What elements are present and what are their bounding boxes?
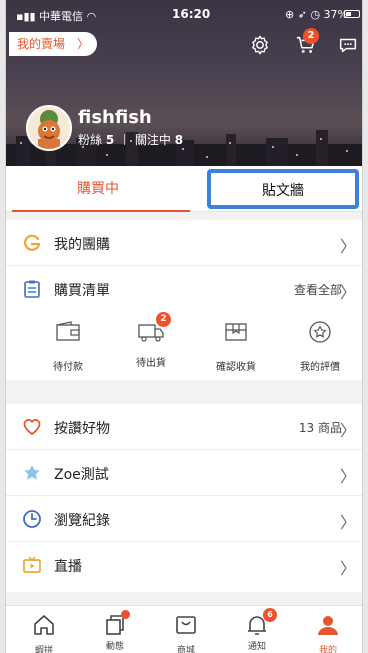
notifications-badge: 6 <box>263 608 277 622</box>
chevron-right-icon: 〉 <box>339 513 356 532</box>
location-icon: ➶ <box>297 8 307 21</box>
order-to-pay-label: 待付款 <box>53 362 83 373</box>
status-right: ⊕ ➶ ◷ 37% <box>285 8 348 21</box>
chevron-right-icon: 〉 <box>339 283 356 302</box>
browsing-history-label: 瀏覽紀錄 <box>54 513 110 529</box>
bell-icon-wrap: 6 <box>245 608 277 637</box>
chat-icon[interactable] <box>337 34 359 56</box>
person-icon <box>318 616 338 635</box>
avatar[interactable] <box>26 105 72 151</box>
app-screen: ▪▮▮ 中華電信 ◠ 16:20 ⊕ ➶ ◷ 37% 我的賣場 〉 2 fish… <box>5 0 363 653</box>
wifi-icon: ◠ <box>86 10 97 23</box>
mall-icon <box>176 616 196 634</box>
view-all-link[interactable]: 查看全部 <box>294 281 342 298</box>
gear-icon[interactable] <box>249 34 271 56</box>
signal-icon: ▪▮▮ <box>16 10 36 23</box>
to-ship-badge: 2 <box>156 312 171 327</box>
order-status-bar: 待付款 2 待出貨 確認收貨 我的評價 <box>6 312 362 378</box>
feed-icon-wrap <box>103 610 130 637</box>
clock-icon <box>23 510 41 528</box>
chevron-right-icon: 〉 <box>339 467 356 486</box>
truck-icon-wrap: 2 <box>137 312 171 344</box>
stats-divider <box>124 134 126 145</box>
live-label: 直播 <box>54 559 82 575</box>
group-buy-label: 我的團購 <box>54 237 110 253</box>
nav-mall-label: 商城 <box>176 646 195 653</box>
zoe-test-label: Zoe測試 <box>54 467 109 483</box>
order-my-reviews-label: 我的評價 <box>300 362 340 373</box>
home-icon <box>34 615 54 635</box>
followers-label[interactable]: 粉絲 <box>78 133 102 147</box>
battery-icon <box>344 10 360 18</box>
heart-icon <box>23 419 41 435</box>
nav-feed[interactable]: 動態 <box>80 606 150 653</box>
purchase-list-row[interactable]: 購買清單 查看全部 〉 <box>6 266 362 312</box>
wallet-icon <box>56 321 80 341</box>
order-to-pay[interactable]: 待付款 <box>28 312 108 373</box>
tab-post-wall[interactable]: 貼文牆 <box>207 169 359 209</box>
avatar-image <box>28 107 70 149</box>
chevron-right-icon: 〉 <box>339 421 356 440</box>
order-to-ship-label: 待出貨 <box>136 358 166 369</box>
my-shop-button[interactable]: 我的賣場 〉 <box>9 32 97 56</box>
liked-items-row[interactable]: 按讚好物 13 商品 〉 <box>6 404 362 450</box>
chevron-right-icon: 〉 <box>76 37 89 51</box>
liked-items-label: 按讚好物 <box>54 421 110 437</box>
nav-feed-label: 動態 <box>105 642 124 652</box>
alarm-icon: ◷ <box>310 8 321 21</box>
followers-count[interactable]: 5 <box>106 133 114 147</box>
liked-items-count: 13 商品 <box>298 421 342 435</box>
nav-mall[interactable]: 商城 <box>151 606 221 653</box>
activity-section: 按讚好物 13 商品 〉 Zoe測試 〉 瀏覽紀錄 〉 直播 〉 <box>6 404 362 592</box>
my-shop-label: 我的賣場 <box>17 37 66 51</box>
clipboard-icon <box>24 280 40 298</box>
box-icon <box>225 323 247 341</box>
following-label[interactable]: 關注中 <box>135 133 171 147</box>
nav-notifications-label: 通知 <box>247 642 266 652</box>
cart-badge: 2 <box>303 28 319 44</box>
order-confirm-receipt-label: 確認收貨 <box>216 362 256 373</box>
order-confirm-receipt[interactable]: 確認收貨 <box>196 312 276 373</box>
chevron-right-icon: 〉 <box>339 559 356 578</box>
live-row[interactable]: 直播 〉 <box>6 542 362 588</box>
lock-rotation-icon: ⊕ <box>285 8 295 21</box>
profile-header: ▪▮▮ 中華電信 ◠ 16:20 ⊕ ➶ ◷ 37% 我的賣場 〉 2 fish… <box>6 0 362 166</box>
nav-home-label: 蝦拼 <box>34 646 53 653</box>
clock: 16:20 <box>172 7 211 21</box>
nav-me-label: 我的 <box>318 646 337 653</box>
carrier-label: 中華電信 <box>39 10 84 23</box>
g-icon <box>24 234 41 251</box>
browsing-history-row[interactable]: 瀏覽紀錄 〉 <box>6 496 362 542</box>
tv-icon <box>23 556 41 573</box>
purchase-list-label: 購買清單 <box>54 283 110 299</box>
profile-tabs: 購買中 貼文牆 <box>6 166 362 212</box>
status-bar: ▪▮▮ 中華電信 ◠ 16:20 ⊕ ➶ ◷ 37% <box>6 6 362 26</box>
bottom-navigation: 蝦拼 動態 商城 6 通知 我的 <box>6 605 362 653</box>
tab-buying[interactable]: 購買中 <box>6 166 190 212</box>
follow-stats: 粉絲 5 關注中 8 <box>78 131 183 148</box>
feed-notification-dot <box>121 610 130 619</box>
group-buy-row[interactable]: 我的團購 〉 <box>6 220 362 266</box>
purchases-section: 我的團購 〉 購買清單 查看全部 〉 待付款 2 待出貨 確認收貨 我的評價 <box>6 220 362 380</box>
star-circle-icon <box>309 321 331 343</box>
username: fishfish <box>78 107 152 128</box>
star-icon <box>24 465 40 480</box>
chevron-right-icon: 〉 <box>339 237 356 256</box>
nav-me[interactable]: 我的 <box>293 606 362 653</box>
zoe-test-row[interactable]: Zoe測試 〉 <box>6 450 362 496</box>
order-to-ship[interactable]: 2 待出貨 <box>111 312 191 369</box>
order-my-reviews[interactable]: 我的評價 <box>280 312 360 373</box>
signal-carrier: ▪▮▮ 中華電信 ◠ <box>16 8 96 24</box>
nav-notifications[interactable]: 6 通知 <box>222 606 292 653</box>
following-count[interactable]: 8 <box>175 133 183 147</box>
nav-home[interactable]: 蝦拼 <box>9 606 79 653</box>
